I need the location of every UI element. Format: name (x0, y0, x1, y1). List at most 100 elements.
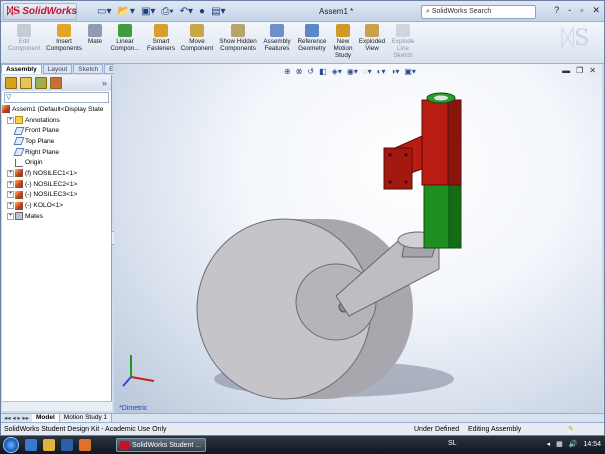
command-manager: Edit Component Insert Components Mate Li… (1, 22, 604, 64)
explode-line-label: Explode Line Sketch (391, 38, 415, 59)
reference-geometry-label: Reference Geometry (297, 38, 327, 52)
search-input[interactable]: ⌕ SolidWorks Search (421, 5, 536, 19)
assembly-features-button[interactable]: Assembly Features (261, 24, 293, 52)
red-column-front (421, 99, 449, 186)
smart-fasteners-button[interactable]: Smart Fasteners (145, 24, 177, 52)
clock[interactable]: 14:54 (583, 441, 601, 448)
print-icon[interactable]: ⎙▾ (161, 6, 173, 17)
feature-manager-tab-icon[interactable] (5, 77, 17, 89)
start-button-icon[interactable] (3, 437, 19, 453)
mate-icon (88, 24, 102, 37)
tree-item[interactable]: Front Plane (2, 125, 111, 136)
green-shaft[interactable] (423, 181, 462, 249)
ie-icon[interactable] (25, 439, 37, 451)
tree-item[interactable]: + (-) NOSILEC2<1> (2, 179, 111, 190)
explode-line-sketch-button[interactable]: Explode Line Sketch (389, 24, 417, 59)
linear-component-pattern-button[interactable]: Linear Compon... (107, 24, 143, 52)
expand-toggle-icon[interactable]: + (7, 180, 14, 188)
help-button[interactable]: ? (554, 5, 559, 16)
undo-icon[interactable]: ↶▾ (180, 6, 193, 17)
maximize-button[interactable]: ▫ (580, 5, 583, 16)
assembly-features-icon (270, 24, 284, 37)
language-indicator[interactable]: SL (448, 440, 457, 447)
tree-item[interactable]: + Mates (2, 211, 111, 222)
tree-root[interactable]: Assem1 (Default<Display State (2, 104, 111, 115)
mate-button[interactable]: Mate (85, 24, 105, 45)
explorer-icon[interactable] (43, 439, 55, 451)
explode-line-icon (396, 24, 410, 37)
new-motion-study-button[interactable]: New Motion Study (331, 24, 355, 59)
expand-toggle-icon[interactable]: + (7, 169, 14, 177)
open-folder-icon[interactable]: 📂▾ (117, 6, 134, 17)
expand-toggle-icon[interactable]: + (7, 116, 14, 124)
motion-study-icon (336, 24, 350, 37)
tab-assembly[interactable]: Assembly (1, 64, 42, 74)
move-component-button[interactable]: Move Component (179, 24, 215, 52)
bracket-plate (383, 147, 413, 190)
taskbar-item-label: SolidWorks Student ... (132, 441, 202, 449)
expand-toggle-icon[interactable]: + (7, 202, 14, 210)
close-button[interactable]: ✕ (592, 5, 600, 16)
part-icon (15, 201, 23, 210)
tree-item[interactable]: + (f) NOSILEC1<1> (2, 168, 111, 179)
tree-filter-input[interactable]: ▽ (4, 92, 109, 103)
tree-item[interactable]: + (-) KOLO<1> (2, 200, 111, 211)
edit-component-icon (17, 24, 31, 37)
tree-item-label: Front Plane (25, 127, 60, 135)
network-icon[interactable]: ▦ (556, 440, 563, 448)
tree-item[interactable]: + Annotations (2, 115, 111, 126)
ds-watermark-icon: ᛞS (561, 26, 590, 51)
green-shaft-side (448, 181, 462, 249)
dim-expert-tab-icon[interactable] (50, 77, 62, 89)
tree-toolbar: » (2, 75, 111, 91)
minimize-button[interactable]: - (568, 5, 571, 16)
linear-pattern-icon (118, 24, 132, 37)
taskbar-item-solidworks[interactable]: SolidWorks Student ... (116, 438, 206, 452)
status-license-text: SolidWorks Student Design Kit - Academic… (4, 425, 167, 433)
tray-show-icons-icon[interactable]: ◂ (547, 440, 551, 448)
expand-toggle-icon[interactable]: + (7, 191, 14, 199)
tree-item[interactable]: + (-) NOSILEC3<1> (2, 190, 111, 201)
bottom-tabs: ◂◂ ◂ ▸ ▸▸ Model Motion Study 1 (1, 413, 604, 423)
tree-item[interactable]: Origin (2, 157, 111, 168)
tab-scroll-arrows-icon[interactable]: ◂◂ ◂ ▸ ▸▸ (1, 414, 32, 422)
tree-item-label: Mates (25, 212, 43, 220)
media-player-icon[interactable] (61, 439, 73, 451)
rebuild-status-icon[interactable]: ✎ (568, 425, 574, 433)
tree-item[interactable]: Top Plane (2, 136, 111, 147)
save-icon[interactable]: ▣▾ (141, 6, 155, 17)
expand-toggle-icon[interactable]: + (7, 212, 14, 220)
tab-layout[interactable]: Layout (42, 64, 73, 74)
graphics-viewport[interactable]: ⊕ ⊗ ↺ ◧ ◈▾ ◉▾ ◌▾ ◐▾ ◑▾ ▣▾ ▬ ❐ ✕ *Dimetri… (114, 64, 602, 414)
insert-components-button[interactable]: Insert Components (45, 24, 83, 52)
windows-taskbar: SolidWorks Student ... SL ◂ ▦ 🔊 14:54 (0, 436, 605, 454)
logo-text: SolidWorks (22, 6, 78, 17)
window-controls: ? - ▫ ✕ (554, 5, 600, 16)
new-document-icon[interactable]: ▭▾ (97, 6, 111, 17)
linear-pattern-label: Linear Compon... (110, 38, 140, 52)
solidworks-window: ᛞS SolidWorks ▭▾ 📂▾ ▣▾ ⎙▾ ↶▾ ● ▤▾ Assem1… (0, 0, 605, 436)
edit-component-button[interactable]: Edit Component (7, 24, 41, 52)
rebuild-icon[interactable]: ● (199, 6, 205, 17)
property-manager-tab-icon[interactable] (20, 77, 32, 89)
options-icon[interactable]: ▤▾ (211, 6, 225, 17)
tree-item[interactable]: Right Plane (2, 147, 111, 158)
show-hidden-icon (231, 24, 245, 37)
solidworks-logo[interactable]: ᛞS SolidWorks (3, 3, 77, 20)
tab-sketch[interactable]: Sketch (73, 64, 104, 74)
show-hidden-components-button[interactable]: Show Hidden Components (219, 24, 257, 52)
tree-scrollbar[interactable] (2, 401, 112, 411)
wheel-kolo[interactable] (196, 218, 413, 400)
volume-icon[interactable]: 🔊 (569, 440, 578, 448)
feature-manager-tree: » ▽ Assem1 (Default<Display State + Annot… (2, 75, 112, 411)
red-bracket[interactable] (383, 135, 423, 190)
tree-item-label: (-) KOLO<1> (25, 202, 64, 210)
triad-z-axis (122, 376, 132, 387)
assembly-features-label: Assembly Features (263, 38, 291, 52)
exploded-view-button[interactable]: Exploded View (357, 24, 387, 52)
configuration-manager-tab-icon[interactable] (35, 77, 47, 89)
firefox-icon[interactable] (79, 439, 91, 451)
expand-panel-icon[interactable]: » (102, 78, 107, 88)
red-column[interactable] (421, 92, 462, 186)
reference-geometry-button[interactable]: Reference Geometry (295, 24, 329, 52)
